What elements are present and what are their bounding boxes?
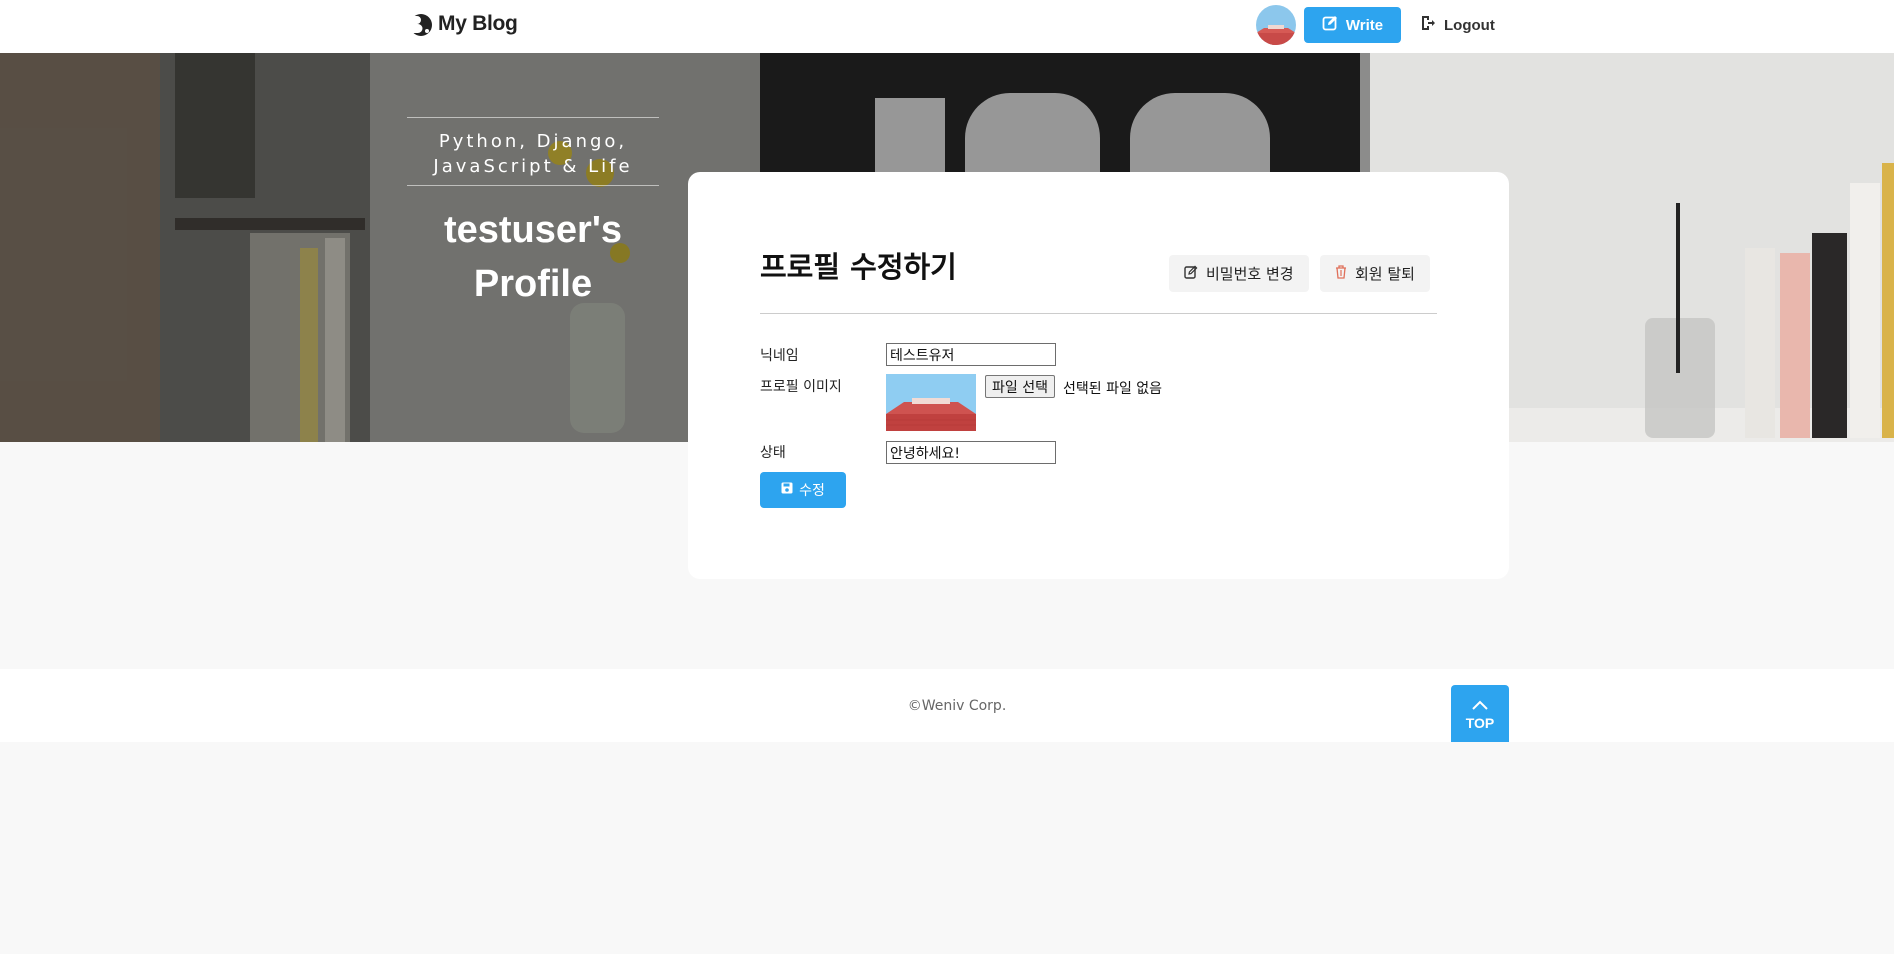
logo-text: My Blog	[438, 12, 518, 35]
user-avatar[interactable]	[1256, 5, 1296, 45]
write-button-label: Write	[1345, 16, 1384, 34]
scroll-top-button[interactable]: TOP	[1451, 685, 1509, 742]
profile-image-label: 프로필 이미지	[760, 379, 842, 395]
save-icon	[781, 482, 793, 498]
copyright-text: ©Weniv Corp.	[907, 698, 1007, 714]
file-select-button[interactable]: 파일 선택	[985, 375, 1055, 398]
page-footer: ©Weniv Corp. TOP	[0, 669, 1894, 742]
chevron-up-icon	[1471, 697, 1489, 713]
profile-edit-heading: 프로필 수정하기	[760, 250, 957, 284]
logo-icon	[406, 11, 432, 37]
profile-edit-card: 프로필 수정하기 비밀번호 변경 회원 탈퇴 닉네임 프로필 이미지	[688, 172, 1509, 579]
status-input[interactable]	[886, 441, 1056, 464]
status-label: 상태	[760, 445, 786, 461]
trash-icon	[1335, 264, 1347, 283]
edit-icon	[1322, 15, 1338, 35]
avatar-image	[1256, 5, 1296, 45]
submit-button[interactable]: 수정	[760, 472, 846, 508]
change-password-button[interactable]: 비밀번호 변경	[1169, 255, 1309, 292]
withdraw-button[interactable]: 회원 탈퇴	[1320, 255, 1430, 292]
submit-button-label: 수정	[799, 483, 825, 499]
profile-page-title: testuser's Profile	[443, 209, 622, 305]
nickname-input[interactable]	[886, 343, 1056, 366]
nickname-label: 닉네임	[760, 348, 799, 364]
edit-icon	[1184, 265, 1198, 283]
card-divider	[760, 313, 1437, 314]
logout-button[interactable]: Logout	[1420, 7, 1495, 43]
file-status-text: 선택된 파일 없음	[1063, 381, 1163, 397]
blog-logo-link[interactable]: My Blog	[406, 11, 518, 37]
blog-subtitle: Python, Django, JavaScript & Life	[407, 117, 659, 186]
profile-image-preview	[886, 374, 976, 431]
top-navigation: My Blog Write Logout	[0, 0, 1894, 53]
logout-icon	[1420, 15, 1436, 35]
withdraw-label: 회원 탈퇴	[1355, 265, 1415, 283]
logout-button-label: Logout	[1444, 16, 1495, 34]
change-password-label: 비밀번호 변경	[1206, 265, 1294, 283]
scroll-top-label: TOP	[1465, 714, 1495, 731]
write-button[interactable]: Write	[1304, 7, 1401, 43]
